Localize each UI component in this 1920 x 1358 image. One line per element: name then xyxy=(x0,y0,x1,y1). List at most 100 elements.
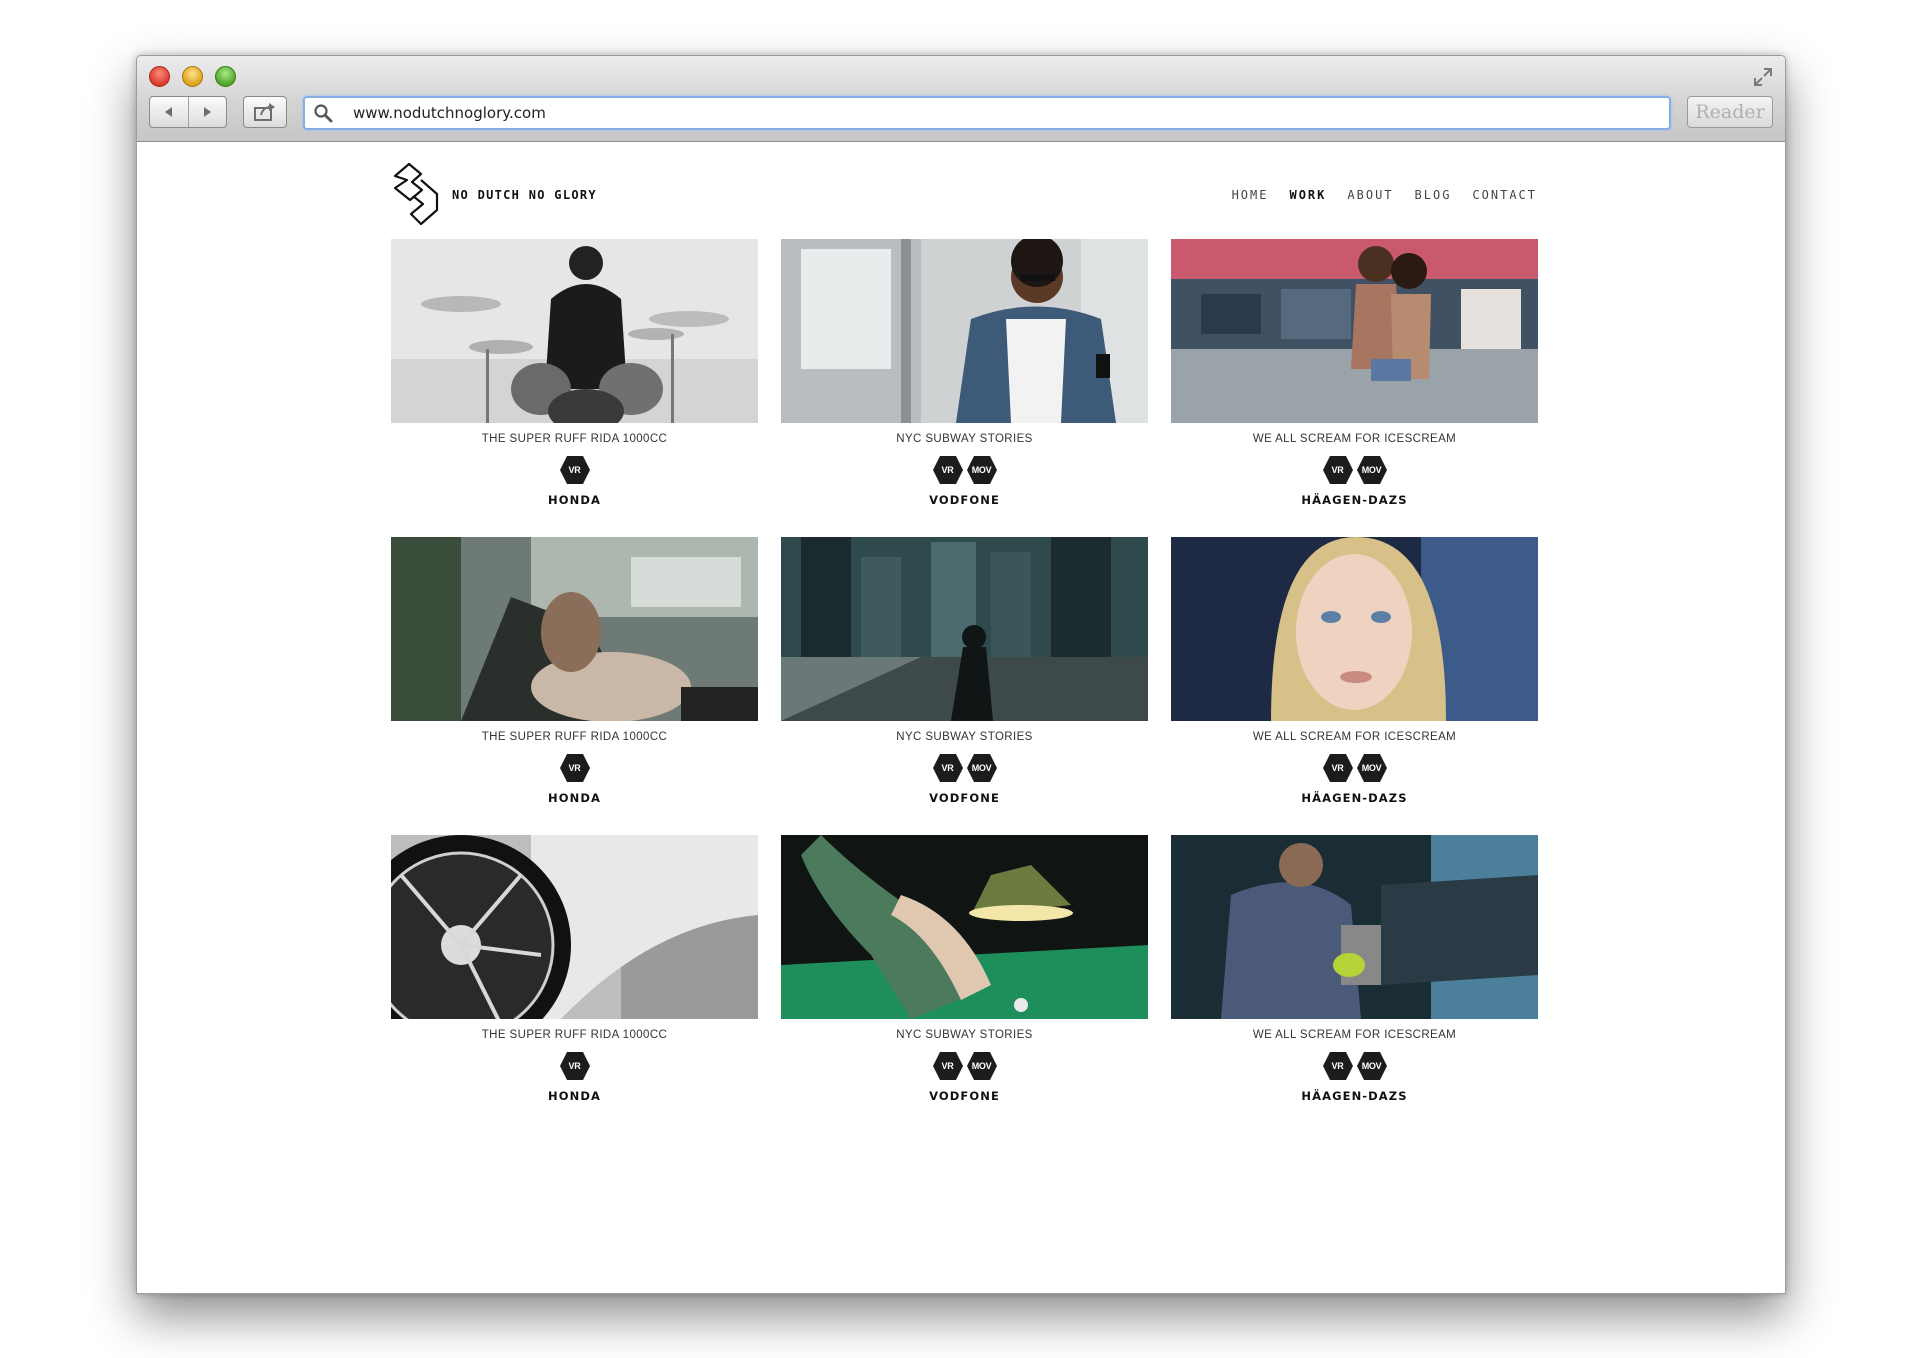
project-client[interactable]: HÄAGEN-DAZS xyxy=(1171,493,1538,507)
project-card[interactable]: WE ALL SCREAM FOR ICESCREAM VR MOV HÄAGEN-D… xyxy=(1171,835,1538,1109)
project-client[interactable]: HÄAGEN-DAZS xyxy=(1171,1089,1538,1103)
tag-vr-badge[interactable]: VR xyxy=(1322,455,1354,485)
project-client[interactable]: VODFONE xyxy=(781,1089,1148,1103)
project-thumbnail[interactable] xyxy=(781,537,1148,721)
project-thumbnail[interactable] xyxy=(391,239,758,423)
zoom-window-button[interactable] xyxy=(215,66,236,87)
tag-label: VR xyxy=(941,465,954,475)
project-tags: VR MOV xyxy=(1171,455,1538,485)
project-card[interactable]: NYC SUBWAY STORIES VR MOV VODFONE xyxy=(781,239,1148,513)
project-client[interactable]: HONDA xyxy=(391,791,758,805)
tag-label: MOV xyxy=(971,763,992,773)
project-thumbnail[interactable] xyxy=(391,537,758,721)
project-client[interactable]: HONDA xyxy=(391,493,758,507)
project-thumbnail[interactable] xyxy=(781,239,1148,423)
nav-link-blog[interactable]: BLOG xyxy=(1415,188,1452,202)
project-title[interactable]: WE ALL SCREAM FOR ICESCREAM xyxy=(1171,731,1538,746)
tag-label: MOV xyxy=(1361,465,1382,475)
project-card[interactable]: WE ALL SCREAM FOR ICESCREAM VR MOV HÄAGEN-D… xyxy=(1171,537,1538,811)
tag-label: VR xyxy=(568,1061,581,1071)
logo-text[interactable]: NO DUTCH NO GLORY xyxy=(452,188,597,202)
project-title[interactable]: THE SUPER RUFF RIDA 1000CC xyxy=(391,731,758,746)
project-thumbnail[interactable] xyxy=(1171,835,1538,1019)
project-title[interactable]: THE SUPER RUFF RIDA 1000CC xyxy=(391,433,758,448)
tag-label: MOV xyxy=(1361,1061,1382,1071)
project-tags: VR MOV xyxy=(781,1051,1148,1081)
nav-link-contact[interactable]: CONTACT xyxy=(1472,188,1537,202)
project-title[interactable]: THE SUPER RUFF RIDA 1000CC xyxy=(391,1029,758,1044)
project-card[interactable]: THE SUPER RUFF RIDA 1000CC VR HONDA xyxy=(391,239,758,513)
address-bar[interactable]: www.nodutchnoglory.com xyxy=(303,96,1671,130)
tag-vr-badge[interactable]: VR xyxy=(559,1051,591,1081)
project-thumbnail[interactable] xyxy=(391,835,758,1019)
tag-vr-badge[interactable]: VR xyxy=(932,455,964,485)
history-nav xyxy=(149,96,227,128)
project-thumbnail[interactable] xyxy=(1171,239,1538,423)
tag-label: VR xyxy=(1331,763,1344,773)
close-window-button[interactable] xyxy=(149,66,170,87)
project-title[interactable]: NYC SUBWAY STORIES xyxy=(781,1029,1148,1044)
nav-link-home[interactable]: HOME xyxy=(1232,188,1269,202)
project-card[interactable]: NYC SUBWAY STORIES VR MOV VODFONE xyxy=(781,537,1148,811)
tag-label: VR xyxy=(1331,465,1344,475)
forward-arrow-icon xyxy=(204,107,212,117)
tag-label: MOV xyxy=(971,465,992,475)
project-tags: VR MOV xyxy=(781,455,1148,485)
project-tags: VR MOV xyxy=(1171,1051,1538,1081)
project-title[interactable]: WE ALL SCREAM FOR ICESCREAM xyxy=(1171,433,1538,448)
project-title[interactable]: NYC SUBWAY STORIES xyxy=(781,433,1148,448)
reader-button[interactable]: Reader xyxy=(1687,96,1773,128)
project-title[interactable]: NYC SUBWAY STORIES xyxy=(781,731,1148,746)
back-button[interactable] xyxy=(150,97,188,127)
tag-label: MOV xyxy=(971,1061,992,1071)
share-icon xyxy=(254,103,275,121)
project-client[interactable]: HONDA xyxy=(391,1089,758,1103)
nav-link-work[interactable]: WORK xyxy=(1289,188,1326,202)
tag-mov-badge[interactable]: MOV xyxy=(1356,1051,1388,1081)
tag-label: VR xyxy=(568,465,581,475)
tag-label: MOV xyxy=(1361,763,1382,773)
forward-button[interactable] xyxy=(187,97,227,127)
fullscreen-icon[interactable] xyxy=(1751,65,1775,89)
tag-label: VR xyxy=(941,763,954,773)
logo-icon[interactable] xyxy=(391,162,441,226)
project-thumbnail[interactable] xyxy=(781,835,1148,1019)
project-title[interactable]: WE ALL SCREAM FOR ICESCREAM xyxy=(1171,1029,1538,1044)
project-card[interactable]: THE SUPER RUFF RIDA 1000CC VR HONDA xyxy=(391,835,758,1109)
project-card[interactable]: WE ALL SCREAM FOR ICESCREAM VR MOV HÄAGEN-D… xyxy=(1171,239,1538,513)
browser-window: www.nodutchnoglory.com Reader NO DUTCH N… xyxy=(136,55,1786,1294)
url-text: www.nodutchnoglory.com xyxy=(353,104,546,122)
browser-toolbar: www.nodutchnoglory.com Reader xyxy=(137,56,1785,142)
tag-vr-badge[interactable]: VR xyxy=(932,1051,964,1081)
project-tags: VR xyxy=(391,455,758,485)
project-client[interactable]: HÄAGEN-DAZS xyxy=(1171,791,1538,805)
search-icon xyxy=(314,104,333,123)
project-tags: VR xyxy=(391,753,758,783)
project-card[interactable]: NYC SUBWAY STORIES VR MOV VODFONE xyxy=(781,835,1148,1109)
tag-label: VR xyxy=(568,763,581,773)
tag-vr-badge[interactable]: VR xyxy=(1322,753,1354,783)
project-card[interactable]: THE SUPER RUFF RIDA 1000CC VR HONDA xyxy=(391,537,758,811)
share-button[interactable] xyxy=(243,96,287,128)
tag-vr-badge[interactable]: VR xyxy=(559,455,591,485)
tag-mov-badge[interactable]: MOV xyxy=(1356,753,1388,783)
project-tags: VR MOV xyxy=(1171,753,1538,783)
tag-vr-badge[interactable]: VR xyxy=(1322,1051,1354,1081)
project-grid: THE SUPER RUFF RIDA 1000CC VR HONDA NYC SU… xyxy=(391,239,1539,1109)
project-thumbnail[interactable] xyxy=(1171,537,1538,721)
tag-mov-badge[interactable]: MOV xyxy=(966,753,998,783)
tag-label: VR xyxy=(1331,1061,1344,1071)
tag-mov-badge[interactable]: MOV xyxy=(1356,455,1388,485)
site-header: NO DUTCH NO GLORY HOME WORK ABOUT BLOG CONTA… xyxy=(391,162,1537,226)
tag-vr-badge[interactable]: VR xyxy=(932,753,964,783)
tag-mov-badge[interactable]: MOV xyxy=(966,1051,998,1081)
project-tags: VR xyxy=(391,1051,758,1081)
minimize-window-button[interactable] xyxy=(182,66,203,87)
project-client[interactable]: VODFONE xyxy=(781,493,1148,507)
project-tags: VR MOV xyxy=(781,753,1148,783)
tag-mov-badge[interactable]: MOV xyxy=(966,455,998,485)
tag-vr-badge[interactable]: VR xyxy=(559,753,591,783)
nav-link-about[interactable]: ABOUT xyxy=(1347,188,1393,202)
tag-label: VR xyxy=(941,1061,954,1071)
project-client[interactable]: VODFONE xyxy=(781,791,1148,805)
